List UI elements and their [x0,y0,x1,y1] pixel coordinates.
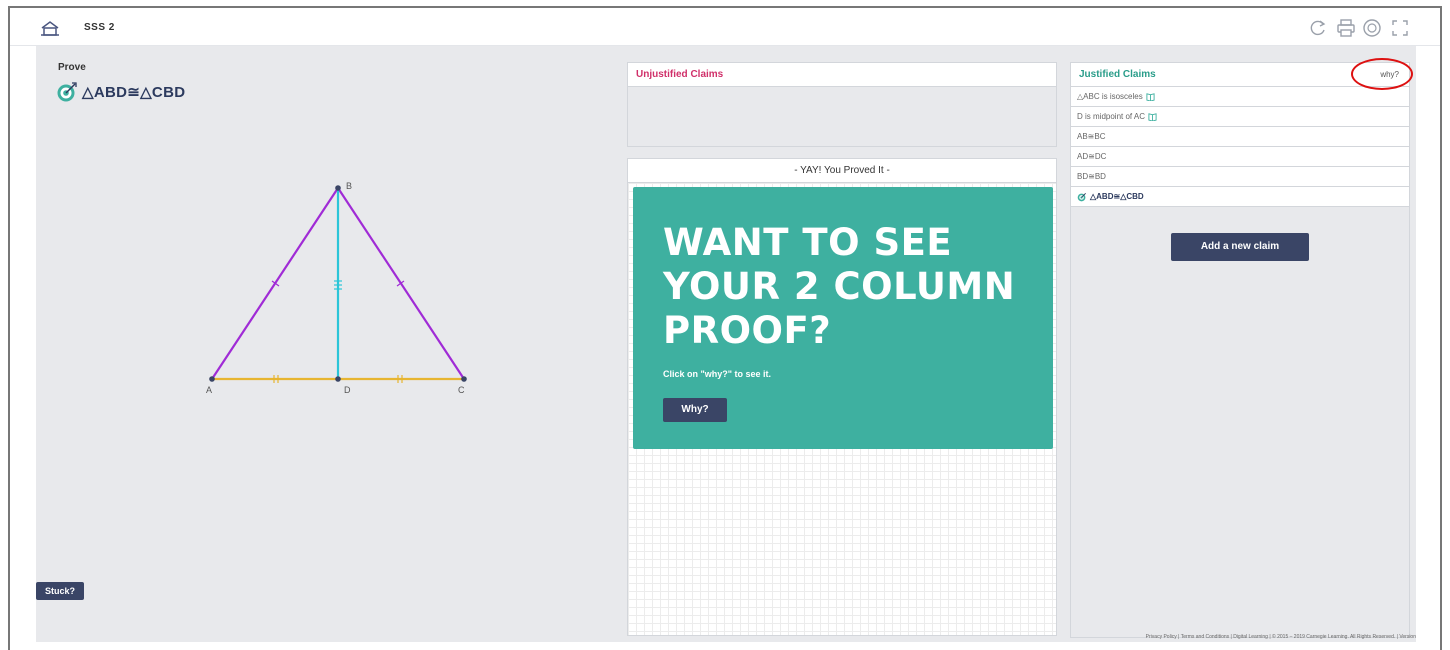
justified-claims-header: Justified Claims why? [1071,58,1413,90]
stuck-button[interactable]: Stuck? [36,582,84,600]
promo-subtext: Click on "why?" to see it. [663,369,772,379]
label-a: A [206,385,212,395]
label-b: B [346,181,352,191]
proved-banner: - YAY! You Proved It - [628,159,1056,183]
label-c: C [458,385,465,395]
claim-text: BD≅BD [1077,171,1106,181]
add-claim-button[interactable]: Add a new claim [1171,233,1309,261]
highlight-circle [1351,58,1413,90]
point-a[interactable] [209,376,215,382]
fullscreen-icon[interactable] [1390,18,1410,38]
claim-text: AB≅BC [1077,131,1106,141]
justified-claims-title: Justified Claims [1079,69,1156,80]
claim-text: △ABD≅△CBD [1090,191,1144,201]
promo-headline: Want to see your 2 column proof? [663,221,1016,352]
unjustified-claims-title: Unjustified Claims [628,63,1056,87]
point-b[interactable] [335,185,341,191]
claim-row[interactable]: BD≅BD [1071,167,1409,187]
footer-links[interactable]: Privacy Policy | Terms and Conditions | … [1146,634,1416,640]
target-icon [1077,192,1086,201]
help-icon[interactable] [1362,18,1382,38]
unjustified-claims-panel: Unjustified Claims [627,62,1057,147]
browser-frame: SSS 2 Prove △ABD≅△CBD B A D C Stuck? Unj… [8,6,1442,650]
point-c[interactable] [461,376,467,382]
print-icon[interactable] [1336,18,1356,38]
claim-text: D is midpoint of AC [1077,111,1146,121]
claim-row[interactable]: D is midpoint of AC [1071,107,1409,127]
claim-text: AD≅DC [1077,151,1107,161]
top-toolbar: SSS 2 [10,8,1440,46]
claim-row[interactable]: AD≅DC [1071,147,1409,167]
workspace: Prove △ABD≅△CBD B A D C Stuck? Unjustifi… [36,46,1416,642]
point-d[interactable] [335,376,341,382]
home-icon[interactable] [40,20,60,36]
why-button[interactable]: Why? [663,398,727,422]
book-icon[interactable] [1146,92,1155,101]
proof-complete-panel: - YAY! You Proved It - Want to see your … [627,158,1057,636]
claim-text: △ABC is isosceles [1077,91,1143,101]
triangle-diagram: B A D C [206,181,467,395]
claim-row[interactable]: AB≅BC [1071,127,1409,147]
refresh-icon[interactable] [1308,18,1328,38]
lesson-title: SSS 2 [84,22,115,33]
book-icon[interactable] [1148,112,1157,121]
claim-row-final[interactable]: △ABD≅△CBD [1071,187,1409,207]
promo-card: Want to see your 2 column proof? Click o… [633,187,1053,449]
label-d: D [344,385,351,395]
justified-claims-panel: Justified Claims why? △ABC is isosceles … [1070,58,1413,638]
claim-row[interactable]: △ABC is isosceles [1071,87,1409,107]
